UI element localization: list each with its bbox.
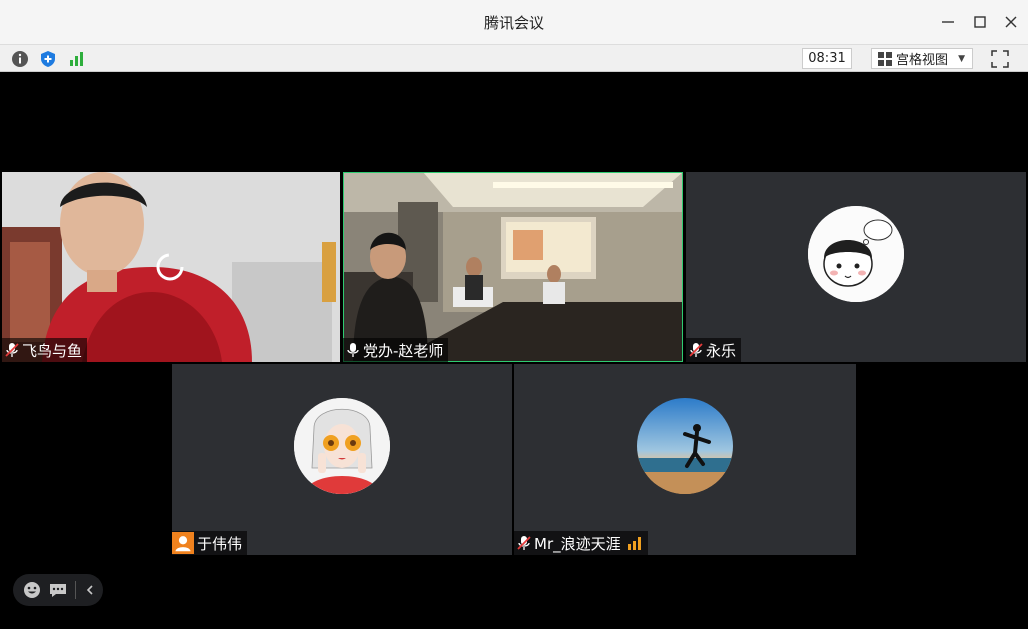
avatar-tile[interactable]: 永乐 [686, 172, 1026, 362]
divider [75, 581, 76, 599]
maximize-icon [974, 16, 986, 28]
fullscreen-button[interactable] [990, 49, 1010, 69]
mic-muted-icon [689, 343, 703, 357]
participant-avatar [294, 398, 390, 494]
participant-name-tag: Mr_浪迹天涯 [514, 531, 648, 555]
participant-avatar [637, 398, 733, 494]
view-mode-label: 宫格视图 [896, 53, 949, 68]
participant-video [343, 172, 683, 362]
default-user-avatar-icon [172, 532, 194, 554]
avatar-tile[interactable]: Mr_浪迹天涯 [514, 364, 856, 555]
maximize-button[interactable] [970, 12, 990, 32]
network-status-button[interactable] [67, 49, 87, 69]
avatar-tile[interactable]: 于伟伟 [172, 364, 512, 555]
participant-name-tag: 于伟伟 [172, 531, 248, 555]
participant-name-tag: 永乐 [686, 338, 742, 362]
participant-name: 飞鸟与鱼 [22, 341, 83, 360]
info-icon [12, 51, 28, 67]
participant-name-tag: 飞鸟与鱼 [2, 338, 88, 362]
fullscreen-icon [991, 50, 1009, 68]
chat-bubble-button[interactable] [49, 581, 67, 599]
chevron-down-icon: ▼ [958, 53, 965, 64]
participant-video [2, 172, 340, 362]
mic-muted-icon [5, 343, 19, 357]
participant-name: Mr_浪迹天涯 [534, 534, 621, 553]
meeting-toolbar: 08:31 宫格视图 ▼ [0, 44, 1028, 72]
minimize-button[interactable] [938, 12, 958, 32]
participant-name: 于伟伟 [197, 534, 243, 553]
floating-controls [13, 574, 103, 606]
title-bar: 腾讯会议 [0, 0, 1028, 44]
mic-icon [347, 343, 359, 357]
signal-bars-icon [70, 52, 83, 66]
video-tile-active-speaker[interactable]: 党办-赵老师 [343, 172, 683, 362]
minimize-icon [942, 21, 954, 23]
video-tile[interactable]: 飞鸟与鱼 [2, 172, 340, 362]
participant-name: 永乐 [706, 341, 737, 360]
mic-muted-icon [517, 536, 531, 550]
participant-name: 党办-赵老师 [363, 341, 444, 360]
signal-bars-icon [627, 537, 641, 550]
view-mode-dropdown[interactable]: 宫格视图 ▼ [871, 48, 973, 69]
shield-icon [41, 51, 55, 67]
grid-view-icon [878, 51, 892, 66]
close-icon [1005, 16, 1017, 28]
emoji-reaction-button[interactable] [23, 581, 41, 599]
meeting-info-button[interactable] [10, 49, 30, 69]
window-title: 腾讯会议 [483, 14, 544, 32]
chevron-left-icon[interactable] [84, 583, 96, 597]
meeting-timer: 08:31 [802, 48, 852, 69]
participant-name-tag: 党办-赵老师 [343, 338, 449, 362]
security-button[interactable] [38, 49, 58, 69]
close-button[interactable] [1001, 12, 1021, 32]
participant-avatar [808, 206, 904, 302]
